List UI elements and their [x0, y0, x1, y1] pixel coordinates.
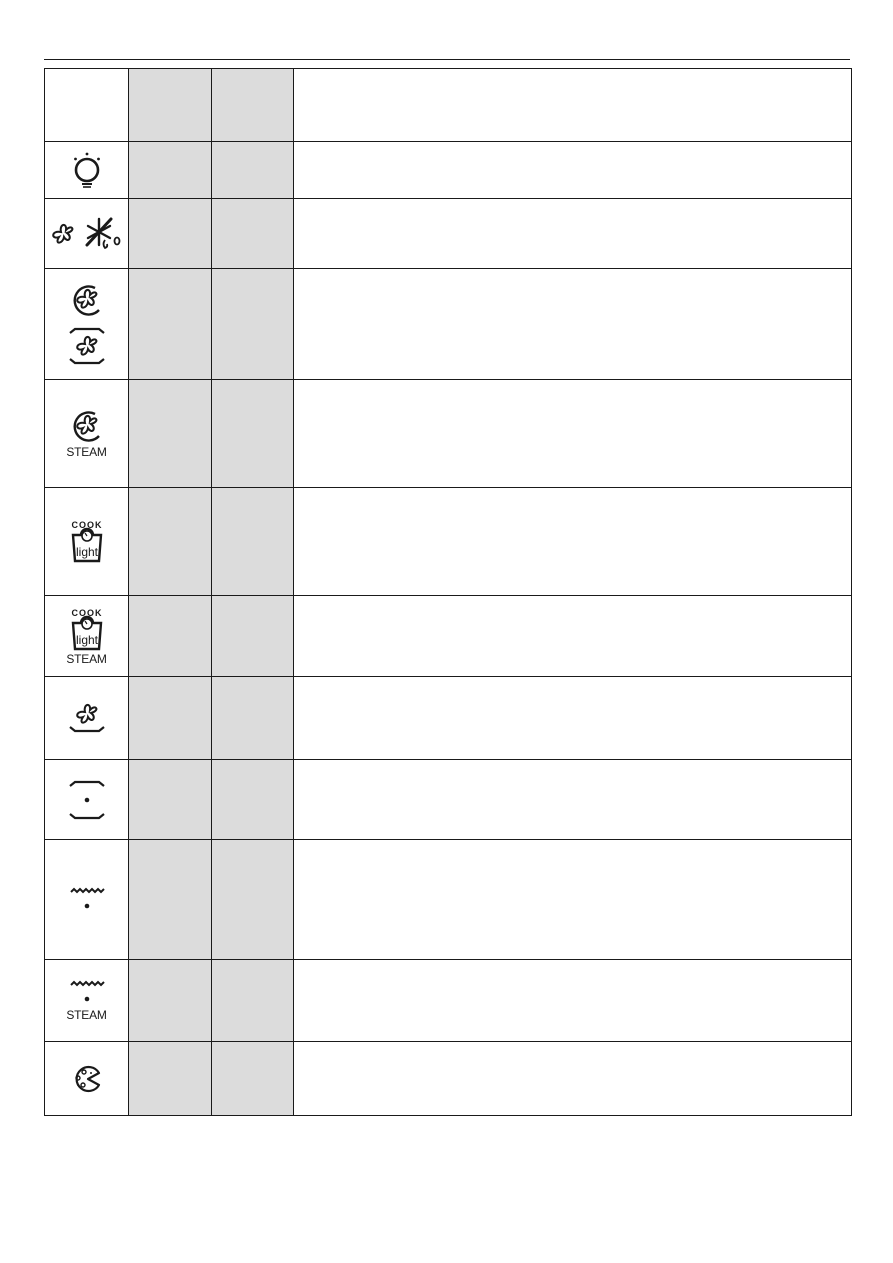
- value-cell-2: [211, 839, 294, 960]
- table-row: [44, 759, 852, 840]
- table-row: [44, 141, 852, 199]
- value-cell-1: [128, 676, 212, 760]
- icon-cell: [44, 839, 129, 960]
- value-cell-2: [211, 379, 294, 488]
- icon-cell: [44, 676, 129, 760]
- steam-label: STEAM: [66, 445, 107, 459]
- oven-lamp-icon: [73, 152, 100, 188]
- top-bottom-heat-icon: [68, 780, 105, 819]
- value-cell-1: [128, 839, 212, 960]
- value-cell-1: [128, 1041, 212, 1116]
- description-cell: [293, 379, 852, 488]
- icon-cell: [44, 759, 129, 840]
- grill-steam-icon: [69, 980, 105, 1002]
- table-row: [44, 1041, 852, 1116]
- svg-text:light: light: [75, 633, 98, 647]
- icon-cell: STEAM: [44, 959, 129, 1042]
- description-cell: [293, 839, 852, 960]
- table-row: [44, 198, 852, 269]
- value-cell-1: [128, 141, 212, 199]
- fan-defrost-icon: [51, 217, 120, 249]
- fan-bottom-heat-icon: [68, 704, 105, 733]
- value-cell-2: [211, 1041, 294, 1116]
- table-row: STEAM: [44, 379, 852, 488]
- description-cell: [293, 595, 852, 677]
- table-row: [44, 268, 852, 380]
- icon-cell: STEAM: [44, 379, 129, 488]
- value-cell-1: [128, 268, 212, 380]
- description-cell: [293, 198, 852, 269]
- value-cell-2: [211, 268, 294, 380]
- value-cell-2: [211, 595, 294, 677]
- icon-cell: [44, 268, 129, 380]
- cook-light-steam-icon: COOK light: [71, 608, 102, 650]
- circular-fan-steam-icon: [73, 411, 100, 442]
- table-row: [44, 676, 852, 760]
- icon-cell: [44, 198, 129, 269]
- value-cell-1: [128, 595, 212, 677]
- value-cell-1: [128, 68, 212, 142]
- icon-cell: [44, 68, 129, 142]
- value-cell-1: [128, 759, 212, 840]
- icon-cell: COOK light STEAM: [44, 595, 129, 677]
- description-cell: [293, 68, 852, 142]
- value-cell-1: [128, 198, 212, 269]
- svg-text:light: light: [75, 545, 98, 559]
- icon-cell: [44, 1041, 129, 1116]
- steam-label: STEAM: [66, 651, 107, 666]
- value-cell-2: [211, 68, 294, 142]
- value-cell-1: [128, 487, 212, 596]
- fan-top-bottom-heat-icon: [68, 327, 105, 365]
- description-cell: [293, 268, 852, 380]
- table-row: COOK light STEAM: [44, 595, 852, 677]
- icon-cell: [44, 141, 129, 199]
- description-cell: [293, 141, 852, 199]
- description-cell: [293, 487, 852, 596]
- table-row: [44, 839, 852, 960]
- value-cell-2: [211, 487, 294, 596]
- description-cell: [293, 676, 852, 760]
- value-cell-2: [211, 141, 294, 199]
- value-cell-2: [211, 198, 294, 269]
- value-cell-2: [211, 959, 294, 1042]
- value-cell-2: [211, 676, 294, 760]
- value-cell-1: [128, 379, 212, 488]
- value-cell-1: [128, 959, 212, 1042]
- grill-icon: [69, 887, 105, 908]
- value-cell-2: [211, 759, 294, 840]
- icon-cell: COOK light: [44, 487, 129, 596]
- description-cell: [293, 959, 852, 1042]
- pizza-icon: [74, 1065, 100, 1092]
- table-row: COOK light: [44, 487, 852, 596]
- description-cell: [293, 759, 852, 840]
- cooking-modes-table: STEAM COOK light COOK light STEAM STEAM: [44, 68, 852, 1116]
- circular-fan-icon: [73, 285, 100, 316]
- header-rule: [44, 59, 850, 60]
- cook-light-icon: COOK light: [71, 520, 102, 562]
- steam-label: STEAM: [66, 1008, 107, 1022]
- table-row: [44, 68, 852, 142]
- description-cell: [293, 1041, 852, 1116]
- table-row: STEAM: [44, 959, 852, 1042]
